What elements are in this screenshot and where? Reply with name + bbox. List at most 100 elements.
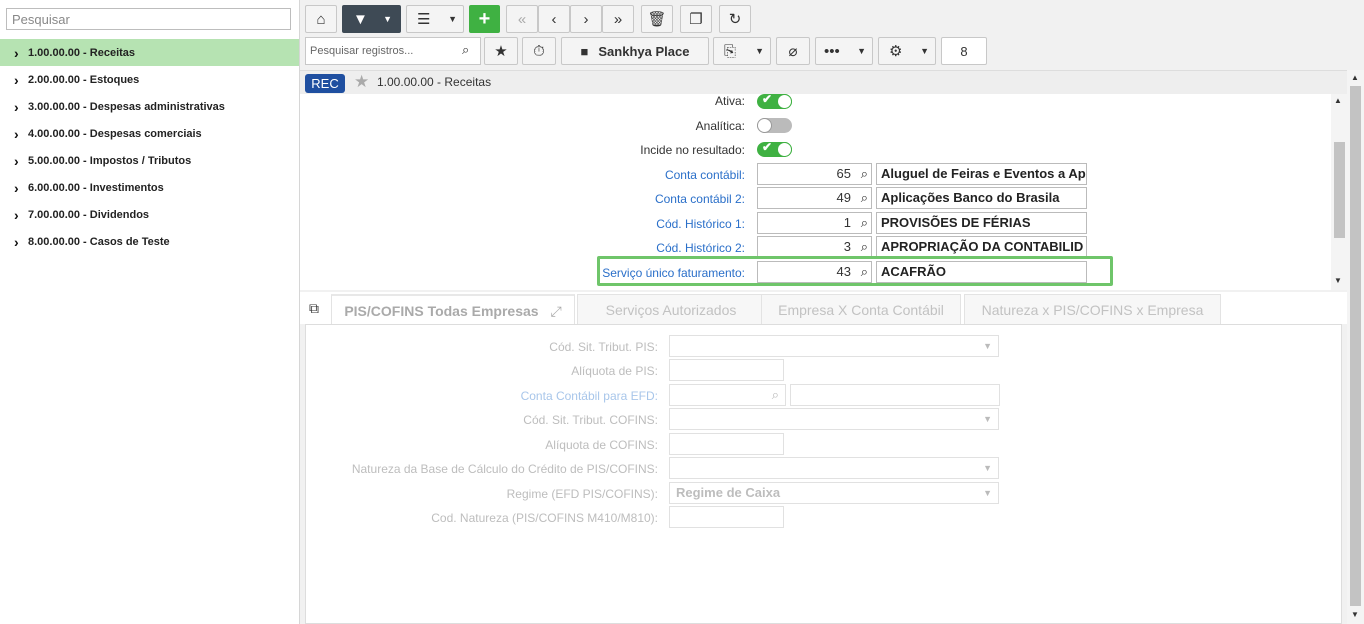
chevron-down-icon[interactable]: ▼ bbox=[920, 46, 929, 56]
search-icon[interactable]: ⌕ bbox=[861, 164, 868, 184]
attachment-button[interactable]: ⌀ bbox=[776, 37, 810, 65]
refresh-button[interactable]: ↻ bbox=[719, 5, 751, 33]
tab-pis-cofins-todas-empresas[interactable]: PIS/COFINS Todas Empresas ⤢ bbox=[331, 294, 575, 324]
bag-icon: ■ bbox=[580, 43, 589, 59]
timer-button[interactable]: ⏱ bbox=[522, 37, 556, 65]
form-scrollbar[interactable]: ▲ ▼ bbox=[1331, 94, 1347, 290]
filter-button[interactable]: ▼ ▼ bbox=[342, 5, 401, 33]
search-icon[interactable]: ⌕ bbox=[861, 237, 868, 257]
expand-icon[interactable]: ⤢ bbox=[550, 303, 561, 319]
scroll-up-icon[interactable]: ▲ bbox=[1351, 73, 1359, 82]
analitica-label: Analítica: bbox=[695, 119, 745, 133]
home-button[interactable]: ⌂ bbox=[305, 5, 337, 33]
tree-item-investimentos[interactable]: › 6.00.00.00 - Investimentos bbox=[0, 174, 299, 201]
star-icon[interactable]: ★ bbox=[354, 72, 369, 92]
home-icon: ⌂ bbox=[316, 10, 326, 28]
duplicate-button[interactable]: ❐ bbox=[680, 5, 712, 33]
chevron-right-icon[interactable]: › bbox=[14, 153, 28, 169]
aliquota-cofins-input[interactable] bbox=[669, 433, 784, 455]
natureza-base-select[interactable]: ▼ bbox=[669, 457, 999, 479]
chevron-down-icon[interactable]: ▼ bbox=[983, 483, 992, 503]
regime-select[interactable]: Regime de Caixa ▼ bbox=[669, 482, 999, 504]
tree-item-casos-de-teste[interactable]: › 8.00.00.00 - Casos de Teste bbox=[0, 228, 299, 255]
cod-historico-1-code[interactable]: 1 ⌕ bbox=[757, 212, 872, 234]
search-icon[interactable]: ⌕ bbox=[772, 385, 779, 405]
last-record-button[interactable]: » bbox=[602, 5, 634, 33]
conta-contabil-efd-label[interactable]: Conta Contábil para EFD: bbox=[306, 389, 658, 403]
chevron-down-icon[interactable]: ▼ bbox=[448, 14, 457, 24]
conta-contabil-2-label[interactable]: Conta contábil 2: bbox=[445, 192, 745, 206]
more-button[interactable]: ••• ▼ bbox=[815, 37, 873, 65]
record-search-input[interactable] bbox=[305, 37, 481, 65]
sankhya-place-button[interactable]: ■ Sankhya Place bbox=[561, 37, 709, 65]
double-chevron-right-icon: » bbox=[613, 10, 623, 28]
natureza-base-label: Natureza da Base de Cálculo do Crédito d… bbox=[351, 462, 658, 476]
chevron-down-icon[interactable]: ▼ bbox=[983, 458, 992, 478]
gear-icon: ⚙ bbox=[889, 43, 903, 60]
chevron-right-icon[interactable]: › bbox=[14, 45, 28, 61]
conta-contabil-label[interactable]: Conta contábil: bbox=[445, 168, 745, 182]
previous-record-button[interactable]: ‹ bbox=[538, 5, 570, 33]
conta-contabil-efd-code[interactable]: ⌕ bbox=[669, 384, 786, 406]
delete-button[interactable]: 🗑 bbox=[641, 5, 673, 33]
chevron-right-icon[interactable]: › bbox=[14, 72, 28, 88]
aliquota-pis-input[interactable] bbox=[669, 359, 784, 381]
cod-historico-2-code[interactable]: 3 ⌕ bbox=[757, 236, 872, 258]
ativa-toggle[interactable]: ✔ bbox=[757, 94, 792, 109]
cod-sit-cofins-select[interactable]: ▼ bbox=[669, 408, 999, 430]
tree-item-impostos[interactable]: › 5.00.00.00 - Impostos / Tributos bbox=[0, 147, 299, 174]
tree-item-label: 3.00.00.00 - Despesas administrativas bbox=[28, 100, 225, 113]
tree-item-dividendos[interactable]: › 7.00.00.00 - Dividendos bbox=[0, 201, 299, 228]
check-icon: ✔ bbox=[762, 94, 773, 106]
chevron-right-icon[interactable]: › bbox=[14, 99, 28, 115]
scroll-down-icon[interactable]: ▼ bbox=[1334, 276, 1342, 285]
tree-item-receitas[interactable]: › 1.00.00.00 - Receitas bbox=[0, 39, 299, 66]
chevron-down-icon[interactable]: ▼ bbox=[383, 14, 392, 24]
tree-item-despesas-comerciais[interactable]: › 4.00.00.00 - Despesas comerciais bbox=[0, 120, 299, 147]
incide-toggle[interactable]: ✔ bbox=[757, 140, 792, 157]
tree-item-estoques[interactable]: › 2.00.00.00 - Estoques bbox=[0, 66, 299, 93]
chevron-down-icon[interactable]: ▼ bbox=[857, 46, 866, 56]
chevron-right-icon[interactable]: › bbox=[14, 180, 28, 196]
code-value: 49 bbox=[836, 190, 851, 205]
grid-view-button[interactable]: ☰ ▼ bbox=[406, 5, 464, 33]
cod-historico-2-label[interactable]: Cód. Histórico 2: bbox=[445, 241, 745, 255]
chevron-down-icon[interactable]: ▼ bbox=[983, 409, 992, 429]
scroll-thumb[interactable] bbox=[1350, 86, 1361, 606]
analitica-toggle[interactable] bbox=[757, 118, 792, 133]
search-icon[interactable]: ⌕ bbox=[861, 188, 868, 208]
tab-panel: Cód. Sit. Tribut. PIS: ▼ Alíquota de PIS… bbox=[305, 324, 1342, 624]
search-icon[interactable]: ⌕ bbox=[861, 213, 868, 233]
conta-contabil-desc: Aluguel de Feiras e Eventos a Ap bbox=[876, 163, 1087, 185]
favorite-button[interactable]: ★ bbox=[484, 37, 518, 65]
next-record-button[interactable]: › bbox=[570, 5, 602, 33]
tab-empresa-x-conta-contabil[interactable]: Empresa X Conta Contábil bbox=[761, 294, 961, 324]
trash-icon: 🗑 bbox=[647, 11, 667, 28]
tab-natureza-pis-cofins-empresa[interactable]: Natureza x PIS/COFINS x Empresa bbox=[964, 294, 1221, 324]
scroll-down-icon[interactable]: ▼ bbox=[1351, 610, 1359, 619]
cod-sit-pis-select[interactable]: ▼ bbox=[669, 335, 999, 357]
settings-button[interactable]: ⚙ ▼ bbox=[878, 37, 936, 65]
conta-contabil-code[interactable]: 65 ⌕ bbox=[757, 163, 872, 185]
account-tree: › 1.00.00.00 - Receitas › 2.00.00.00 - Est… bbox=[0, 39, 299, 255]
chevron-down-icon[interactable]: ▼ bbox=[983, 336, 992, 356]
tree-item-despesas-administrativas[interactable]: › 3.00.00.00 - Despesas administrativas bbox=[0, 93, 299, 120]
conta-contabil-2-code[interactable]: 49 ⌕ bbox=[757, 187, 872, 209]
copy-icon[interactable]: ⧉ bbox=[309, 300, 319, 317]
chevron-down-icon[interactable]: ▼ bbox=[755, 46, 764, 56]
ativa-label: Ativa: bbox=[714, 94, 745, 108]
first-record-button[interactable]: « bbox=[506, 5, 538, 33]
chevron-right-icon[interactable]: › bbox=[14, 234, 28, 250]
chevron-right-icon[interactable]: › bbox=[14, 207, 28, 223]
cod-historico-1-label[interactable]: Cód. Histórico 1: bbox=[445, 217, 745, 231]
add-button[interactable]: + bbox=[469, 5, 500, 33]
export-button[interactable]: ⎘ ▼ bbox=[713, 37, 771, 65]
tab-servicos-autorizados[interactable]: Serviços Autorizados bbox=[577, 294, 765, 324]
chevron-right-icon[interactable]: › bbox=[14, 126, 28, 142]
scroll-up-icon[interactable]: ▲ bbox=[1334, 96, 1342, 105]
scroll-thumb[interactable] bbox=[1334, 142, 1345, 238]
page-scrollbar[interactable]: ▲ ▼ bbox=[1347, 70, 1364, 624]
sidebar-search-input[interactable] bbox=[6, 8, 291, 30]
cod-natureza-input[interactable] bbox=[669, 506, 784, 528]
search-icon[interactable]: ⌕ bbox=[462, 42, 469, 58]
